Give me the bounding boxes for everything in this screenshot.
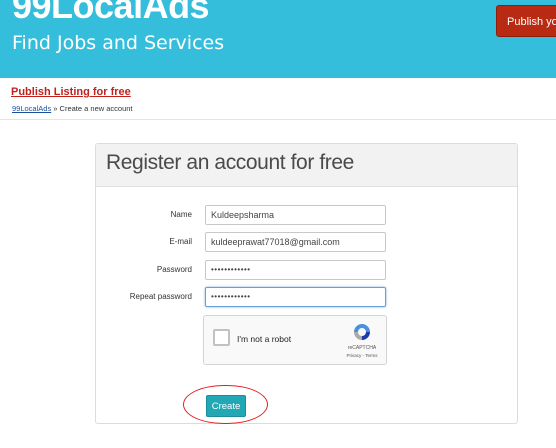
- recaptcha-label: I'm not a robot: [237, 334, 292, 344]
- password-label: Password: [156, 265, 192, 274]
- publish-listing-link[interactable]: Publish Listing for free: [11, 86, 131, 98]
- register-card-header: Register an account for free: [96, 144, 517, 187]
- name-label: Name: [170, 210, 192, 219]
- email-field[interactable]: kuldeeprawat77018@gmail.com: [205, 232, 386, 252]
- site-header: 99LocalAds Find Jobs and Services Publis…: [0, 0, 556, 78]
- highlight-circle: [183, 385, 268, 424]
- breadcrumb: 99LocalAds » Create a new account: [12, 104, 133, 113]
- repeat-password-label: Repeat password: [129, 292, 192, 301]
- divider: [0, 119, 556, 120]
- recaptcha-links[interactable]: Privacy - Terms: [335, 353, 389, 358]
- breadcrumb-home-link[interactable]: 99LocalAds: [12, 104, 51, 113]
- page-title: Register an account for free: [106, 151, 354, 174]
- recaptcha-brand: reCAPTCHA: [347, 345, 377, 351]
- breadcrumb-current: Create a new account: [59, 104, 133, 113]
- name-field[interactable]: Kuldeepsharma: [205, 205, 386, 225]
- recaptcha-icon: [354, 324, 370, 340]
- recaptcha-checkbox[interactable]: [213, 329, 230, 346]
- breadcrumb-separator: »: [51, 104, 60, 113]
- repeat-password-field[interactable]: ••••••••••••: [205, 287, 386, 307]
- publish-ad-button[interactable]: Publish your a: [496, 5, 556, 37]
- site-logo[interactable]: 99LocalAds: [12, 0, 210, 26]
- site-tagline: Find Jobs and Services: [12, 32, 225, 54]
- recaptcha-widget: I'm not a robot reCAPTCHA Privacy - Term…: [203, 315, 387, 365]
- register-card: Register an account for free Name Kuldee…: [95, 143, 518, 424]
- email-label: E-mail: [169, 237, 192, 246]
- password-field[interactable]: ••••••••••••: [205, 260, 386, 280]
